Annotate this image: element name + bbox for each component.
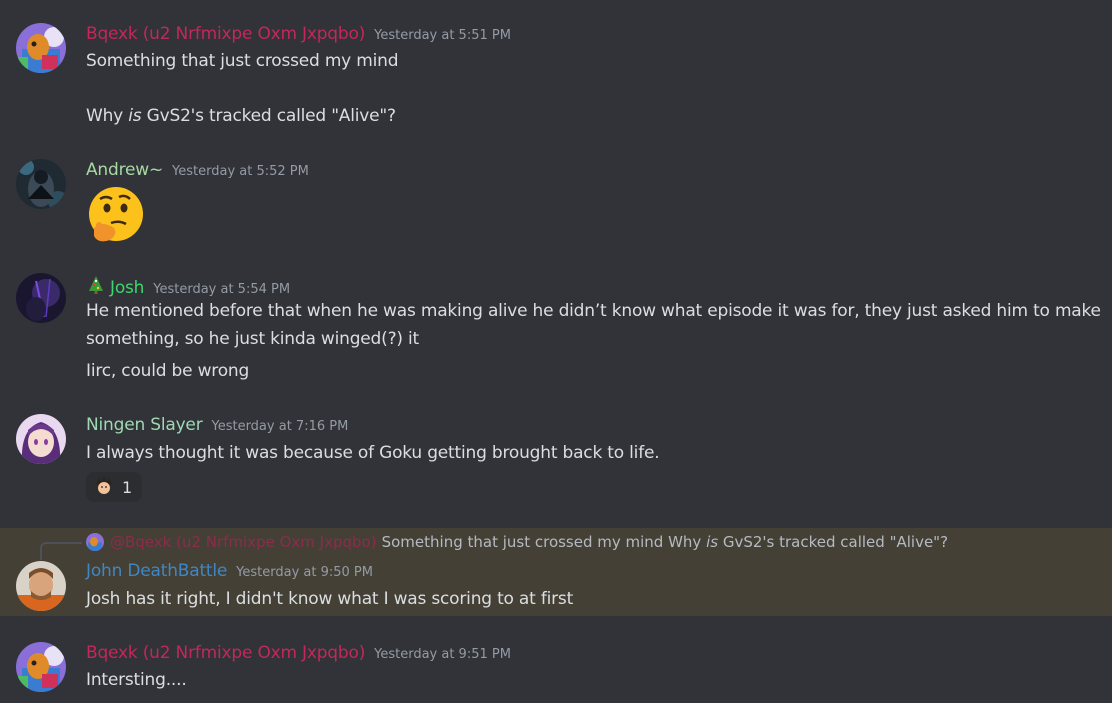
username[interactable]: Bqexk (u2 Nrfmixpe Oxm Jxpqbo)	[86, 643, 365, 663]
username[interactable]: Ningen Slayer	[86, 415, 203, 435]
avatar[interactable]	[16, 642, 66, 692]
reply-avatar	[86, 533, 104, 551]
message-text: He mentioned before that when he was mak…	[86, 301, 1101, 349]
message-text: I always thought it was because of Goku …	[86, 443, 660, 463]
avatar[interactable]	[16, 23, 66, 73]
message-text: Something that just crossed my mind	[86, 51, 399, 71]
message-header: John DeathBattle Yesterday at 9:50 PM	[86, 561, 373, 585]
timestamp: Yesterday at 5:51 PM	[374, 28, 511, 43]
message-text: Why is GvS2's tracked called "Alive"?	[86, 106, 396, 126]
message-header: Josh Yesterday at 5:54 PM	[86, 273, 291, 299]
reply-preview[interactable]: @Bqexk (u2 Nrfmixpe Oxm Jxpqbo) Somethin…	[86, 531, 948, 553]
reply-username[interactable]: @Bqexk (u2 Nrfmixpe Oxm Jxpqbo)	[110, 533, 377, 551]
timestamp: Yesterday at 5:54 PM	[153, 282, 291, 297]
reaction-button[interactable]: 1	[86, 472, 142, 502]
message-text: Intersting....	[86, 670, 187, 690]
username[interactable]: Josh	[110, 278, 144, 298]
christmas-tree-icon	[86, 275, 106, 299]
username[interactable]: Bqexk (u2 Nrfmixpe Oxm Jxpqbo)	[86, 24, 365, 44]
reaction-count: 1	[122, 477, 133, 497]
timestamp: Yesterday at 9:50 PM	[236, 565, 373, 580]
thinking-face-emoji[interactable]	[86, 184, 146, 244]
chat-messages: Bqexk (u2 Nrfmixpe Oxm Jxpqbo) Yesterday…	[0, 0, 1112, 703]
message-header: Andrew~ Yesterday at 5:52 PM	[86, 160, 309, 184]
avatar[interactable]	[16, 273, 66, 323]
timestamp: Yesterday at 7:16 PM	[211, 419, 349, 434]
timestamp: Yesterday at 5:52 PM	[172, 164, 309, 179]
goku-face-emoji	[94, 475, 114, 499]
message-header: Ningen Slayer Yesterday at 7:16 PM	[86, 415, 348, 439]
reply-text: Something that just crossed my mind Why …	[381, 533, 949, 551]
message-header: Bqexk (u2 Nrfmixpe Oxm Jxpqbo) Yesterday…	[86, 24, 511, 48]
username[interactable]: Andrew~	[86, 160, 163, 180]
reply-connector	[40, 542, 82, 560]
message-text: Iirc, could be wrong	[86, 361, 250, 381]
avatar[interactable]	[16, 561, 66, 611]
avatar[interactable]	[16, 414, 66, 464]
username[interactable]: John DeathBattle	[86, 561, 227, 581]
message-text: Josh has it right, I didn't know what I …	[86, 589, 574, 609]
message-header: Bqexk (u2 Nrfmixpe Oxm Jxpqbo) Yesterday…	[86, 643, 511, 667]
avatar[interactable]	[16, 159, 66, 209]
timestamp: Yesterday at 9:51 PM	[374, 647, 511, 662]
